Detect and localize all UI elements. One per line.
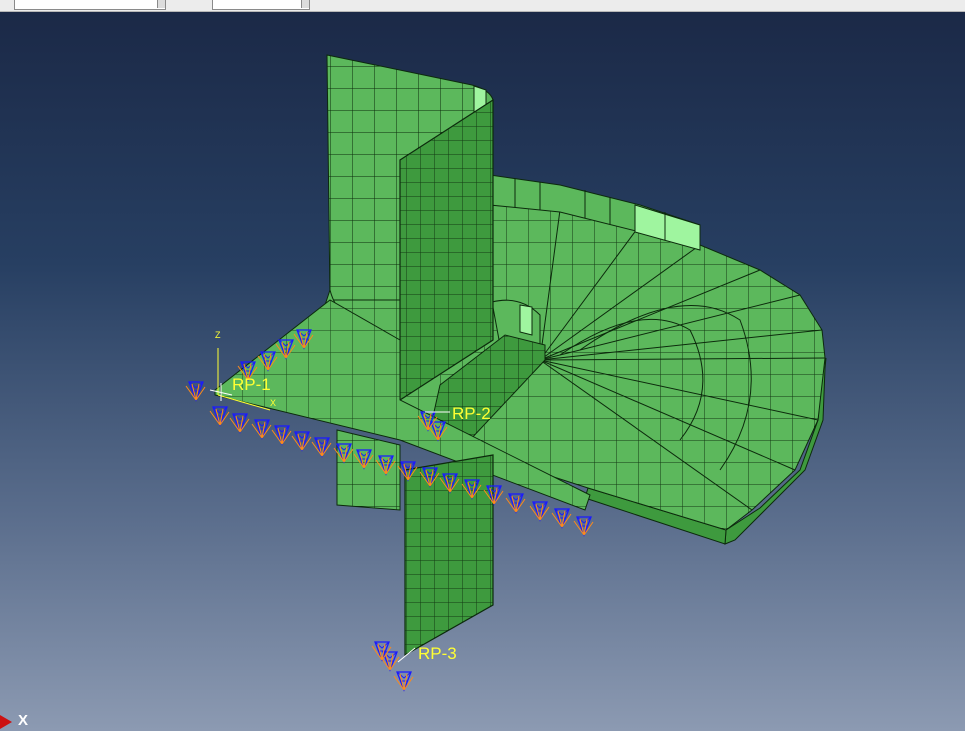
csys-z-label: Z [215,330,221,340]
global-triad [0,715,12,729]
graphics-viewport[interactable]: Z X RP-1 RP-2 RP-3 X [0,12,965,731]
rp-1-label[interactable]: RP-1 [232,375,271,395]
rp-2-label[interactable]: RP-2 [452,404,491,424]
model-view [0,54,827,729]
triad-x-label: X [18,712,29,729]
chevron-down-icon[interactable] [157,0,165,8]
model-combo[interactable] [212,0,310,10]
toolbar [0,0,965,12]
csys-x-label: X [270,398,277,408]
chevron-down-icon[interactable] [301,0,309,8]
rp-3-label[interactable]: RP-3 [418,644,457,664]
module-combo[interactable] [14,0,166,10]
